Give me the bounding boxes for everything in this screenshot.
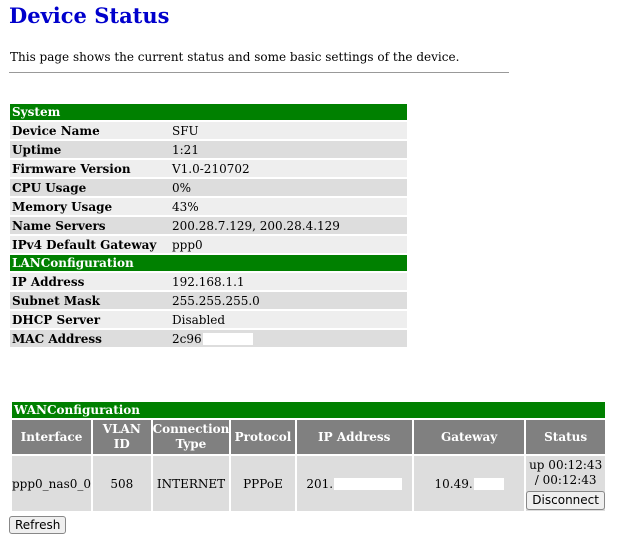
table-row-mac: MAC Address 2c96 <box>10 330 407 347</box>
cpu-usage-value: 0% <box>170 179 407 196</box>
mac-address-label: MAC Address <box>10 330 170 347</box>
page-title: Device Status <box>9 3 170 28</box>
wan-ip-address-value: 201. <box>306 476 334 491</box>
device-name-label: Device Name <box>10 122 170 139</box>
name-servers-label: Name Servers <box>10 217 170 234</box>
ip-address-value: 192.168.1.1 <box>170 273 407 290</box>
ip-address-label: IP Address <box>10 273 170 290</box>
disconnect-button[interactable]: Disconnect <box>526 490 605 510</box>
column-header-ip-address: IP Address <box>296 420 412 454</box>
table-row-cpu: CPU Usage 0% <box>10 179 407 196</box>
wan-status-cell: up 00:12:43 / 00:12:43 Disconnect <box>526 456 605 511</box>
device-name-value: SFU <box>170 122 407 139</box>
column-header-gateway: Gateway <box>413 420 525 454</box>
cpu-usage-label: CPU Usage <box>10 179 170 196</box>
wan-ip-address-cell: 201. <box>296 456 412 511</box>
column-header-interface: Interface <box>12 420 91 454</box>
table-row: ppp0_nas0_0 508 INTERNET PPPoE 201. 10.4… <box>12 456 605 511</box>
firmware-label: Firmware Version <box>10 160 170 177</box>
memory-usage-value: 43% <box>170 198 407 215</box>
uptime-label: Uptime <box>10 141 170 158</box>
wan-table: WANConfiguration Interface VLAN ID Conne… <box>10 400 607 513</box>
table-row-ip: IP Address 192.168.1.1 <box>10 273 407 290</box>
mac-address-value: 2c96 <box>172 331 202 346</box>
redacted-block <box>473 478 504 490</box>
dhcp-server-value: Disabled <box>170 311 407 328</box>
redacted-block <box>334 478 403 490</box>
mac-address-cell: 2c96 <box>170 330 407 347</box>
table-row-subnet: Subnet Mask 255.255.255.0 <box>10 292 407 309</box>
firmware-value: V1.0-210702 <box>170 160 407 177</box>
divider <box>9 72 509 73</box>
memory-usage-label: Memory Usage <box>10 198 170 215</box>
subnet-mask-value: 255.255.255.0 <box>170 292 407 309</box>
table-row-firmware: Firmware Version V1.0-210702 <box>10 160 407 177</box>
name-servers-value: 200.28.7.129, 200.28.4.129 <box>170 217 407 234</box>
wan-vlan-id-value: 508 <box>93 456 151 511</box>
wan-gateway-value: 10.49. <box>434 476 473 491</box>
uptime-value: 1:21 <box>170 141 407 158</box>
table-row-name-servers: Name Servers 200.28.7.129, 200.28.4.129 <box>10 217 407 234</box>
wan-connection-type-value: INTERNET <box>152 456 230 511</box>
wan-column-headers: Interface VLAN ID Connection Type Protoc… <box>12 420 605 454</box>
table-row-gateway: IPv4 Default Gateway ppp0 <box>10 236 407 253</box>
lan-header-label: LANConfiguration <box>10 255 407 271</box>
wan-status-value: up 00:12:43 / 00:12:43 <box>529 457 603 487</box>
wan-gateway-cell: 10.49. <box>413 456 525 511</box>
wan-protocol-value: PPPoE <box>231 456 295 511</box>
table-row-dhcp: DHCP Server Disabled <box>10 311 407 328</box>
table-row-device-name: Device Name SFU <box>10 122 407 139</box>
wan-interface-value: ppp0_nas0_0 <box>12 456 91 511</box>
default-gateway-label: IPv4 Default Gateway <box>10 236 170 253</box>
column-header-vlan-id: VLAN ID <box>93 420 151 454</box>
system-header-label: System <box>10 104 407 120</box>
column-header-status: Status <box>526 420 605 454</box>
subnet-mask-label: Subnet Mask <box>10 292 170 309</box>
refresh-button[interactable]: Refresh <box>9 516 67 534</box>
redacted-block <box>202 333 253 345</box>
dhcp-server-label: DHCP Server <box>10 311 170 328</box>
page-description: This page shows the current status and s… <box>10 50 460 64</box>
table-row-memory: Memory Usage 43% <box>10 198 407 215</box>
column-header-protocol: Protocol <box>231 420 295 454</box>
status-table: System Device Name SFU Uptime 1:21 Firmw… <box>10 102 407 349</box>
system-section-header: System <box>10 104 407 120</box>
column-header-connection-type: Connection Type <box>152 420 230 454</box>
wan-section-header: WANConfiguration <box>12 402 605 418</box>
lan-section-header: LANConfiguration <box>10 255 407 271</box>
default-gateway-value: ppp0 <box>170 236 407 253</box>
table-row-uptime: Uptime 1:21 <box>10 141 407 158</box>
wan-header-label: WANConfiguration <box>12 402 605 418</box>
